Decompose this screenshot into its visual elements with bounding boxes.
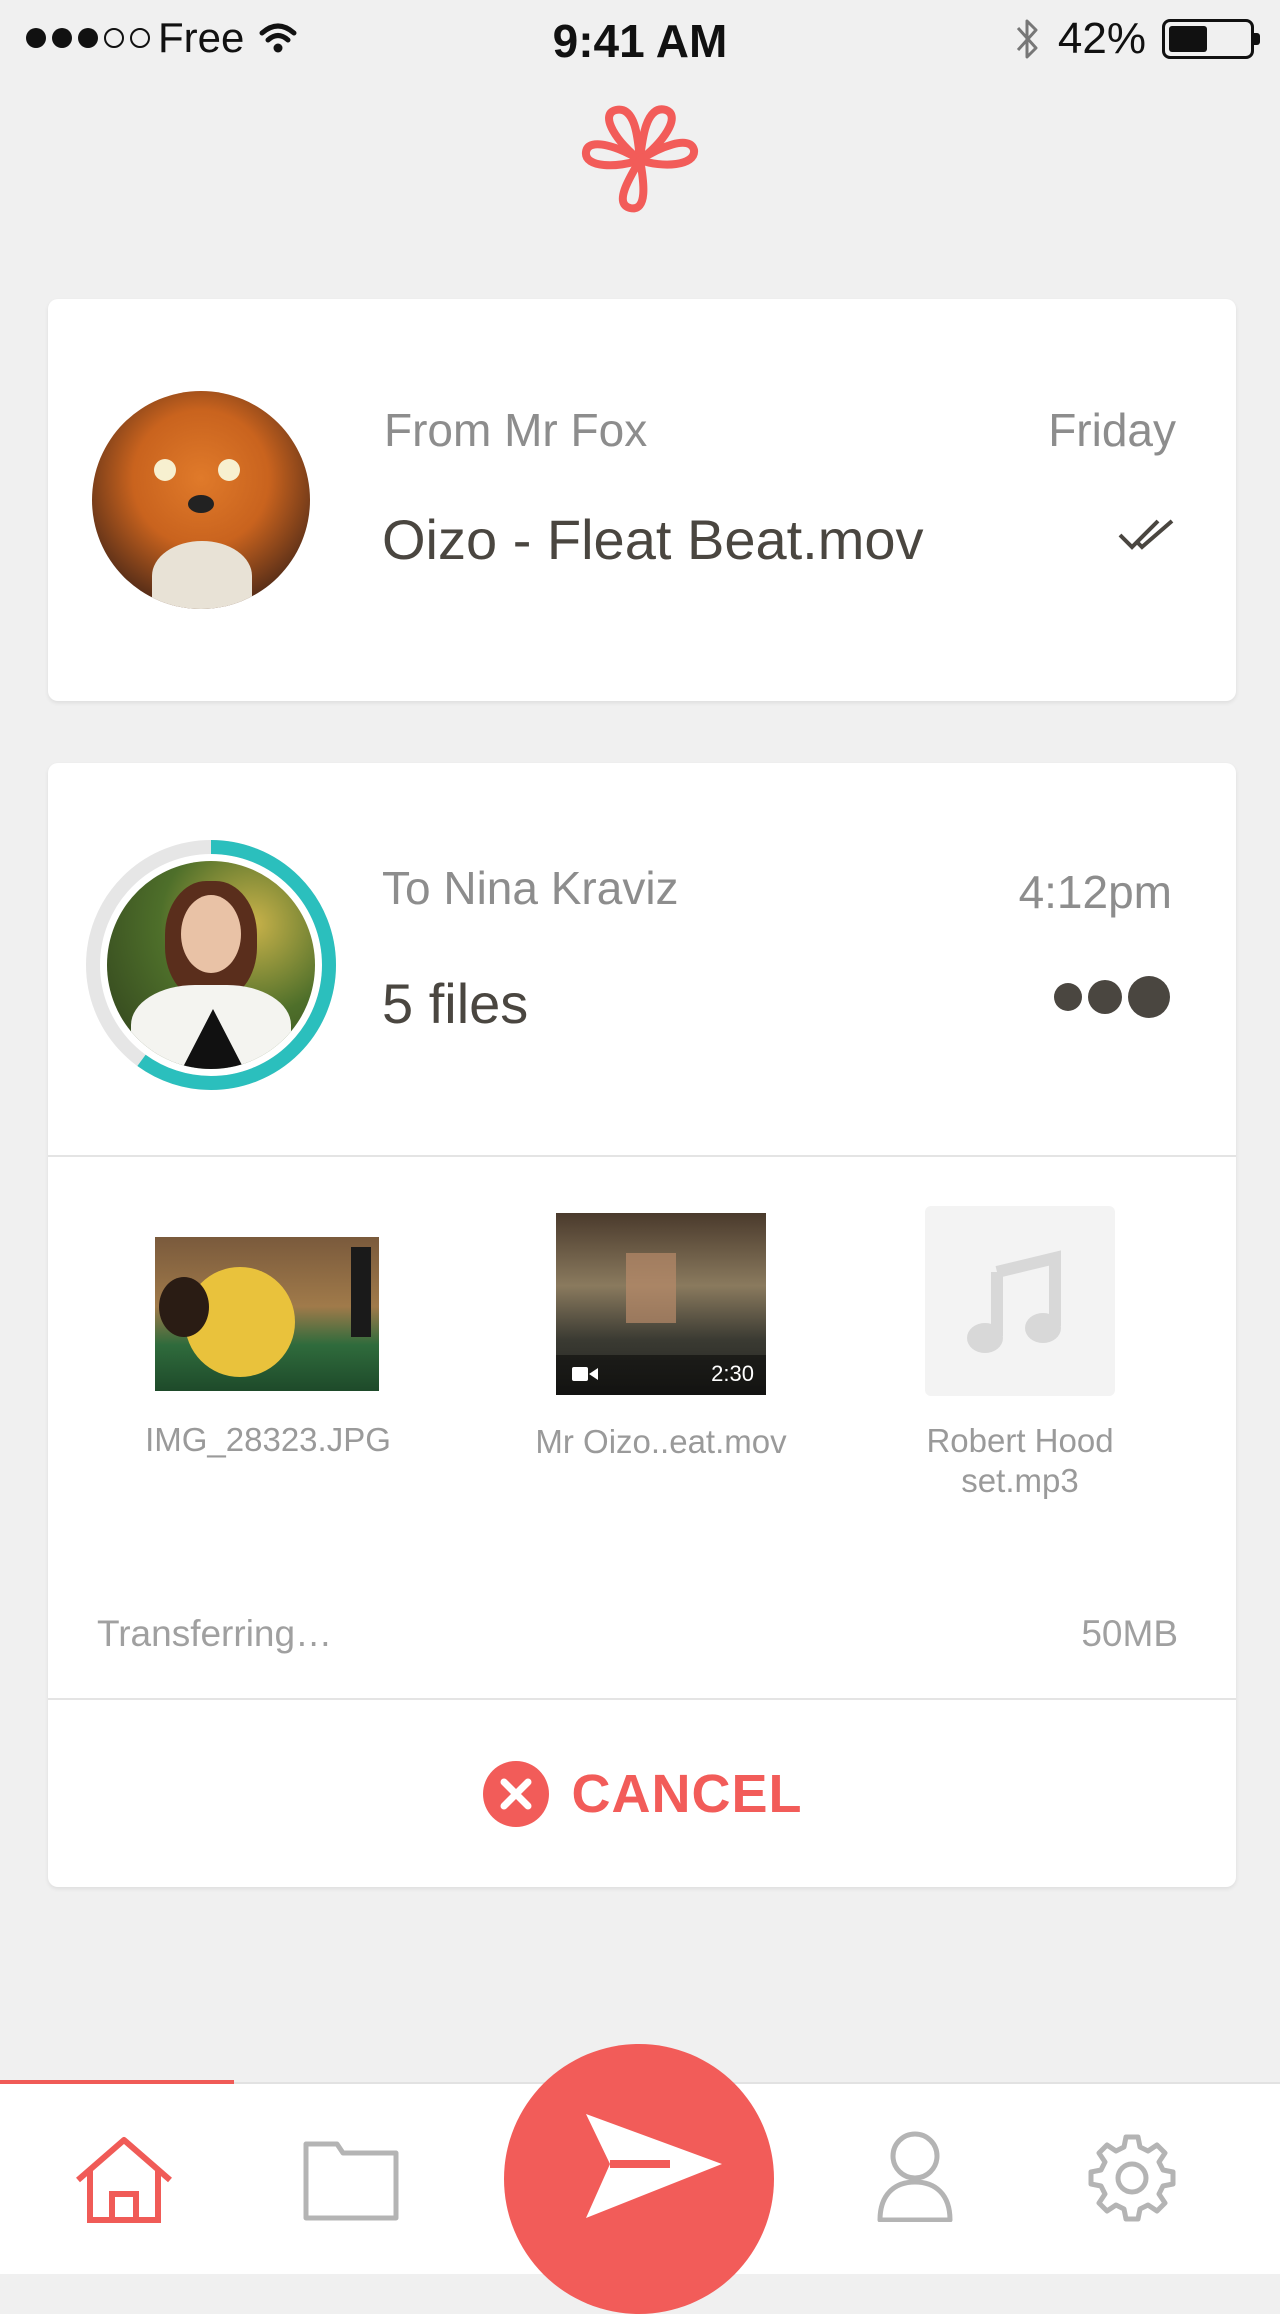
battery-percent: 42% <box>1057 14 1146 63</box>
video-camera-icon <box>572 1367 598 1381</box>
transfer-card-received[interactable]: From Mr Fox Friday Oizo - Fleat Beat.mov <box>48 299 1236 701</box>
send-button[interactable] <box>504 2044 774 2314</box>
transfer-title: 5 files <box>382 972 529 1035</box>
transfer-title: Oizo - Fleat Beat.mov <box>382 508 924 571</box>
home-icon[interactable] <box>72 2134 176 2226</box>
transfer-direction-label: To Nina Kraviz <box>382 862 679 914</box>
cancel-button[interactable]: CANCEL <box>48 1700 1236 1887</box>
transfer-size: 50MB <box>1081 1613 1178 1654</box>
transfer-direction-label: From Mr Fox <box>384 404 648 456</box>
double-check-icon <box>1118 519 1174 550</box>
clover-logo-icon <box>582 105 698 213</box>
divider <box>48 1155 1236 1157</box>
battery-icon <box>1162 19 1260 59</box>
bluetooth-icon <box>1016 19 1038 59</box>
file-name: IMG_28323.JPG <box>145 1421 391 1458</box>
video-duration: 2:30 <box>711 1361 754 1386</box>
send-icon <box>586 2114 722 2218</box>
profile-icon[interactable] <box>877 2130 953 2222</box>
recipient-avatar <box>107 861 315 1069</box>
file-name: Robert Hood set.mp3 <box>926 1422 1114 1499</box>
transfer-time: Friday <box>1048 404 1176 456</box>
typing-dots-icon <box>1054 976 1170 1018</box>
transfer-card-sending: To Nina Kraviz 4:12pm 5 files IMG_28323.… <box>48 763 1236 1887</box>
status-bar: Free 9:41 AM 42% <box>0 0 1280 80</box>
file-thumbnail-video[interactable]: 2:30 <box>556 1213 766 1395</box>
cancel-icon <box>482 1760 549 1827</box>
transfer-status: Transferring… <box>97 1613 333 1654</box>
transfer-time: 4:12pm <box>1018 866 1172 918</box>
music-note-icon <box>967 1250 1061 1353</box>
active-tab-indicator <box>0 2080 234 2084</box>
settings-icon[interactable] <box>1087 2133 1177 2223</box>
battery-info: 42% <box>1014 14 1260 64</box>
file-name: Mr Oizo..eat.mov <box>535 1423 787 1460</box>
sender-avatar <box>92 391 310 609</box>
cancel-label: CANCEL <box>571 1763 803 1824</box>
file-thumbnail-audio[interactable] <box>925 1206 1115 1396</box>
file-thumbnail-image[interactable] <box>155 1237 379 1391</box>
folder-icon[interactable] <box>303 2141 399 2221</box>
